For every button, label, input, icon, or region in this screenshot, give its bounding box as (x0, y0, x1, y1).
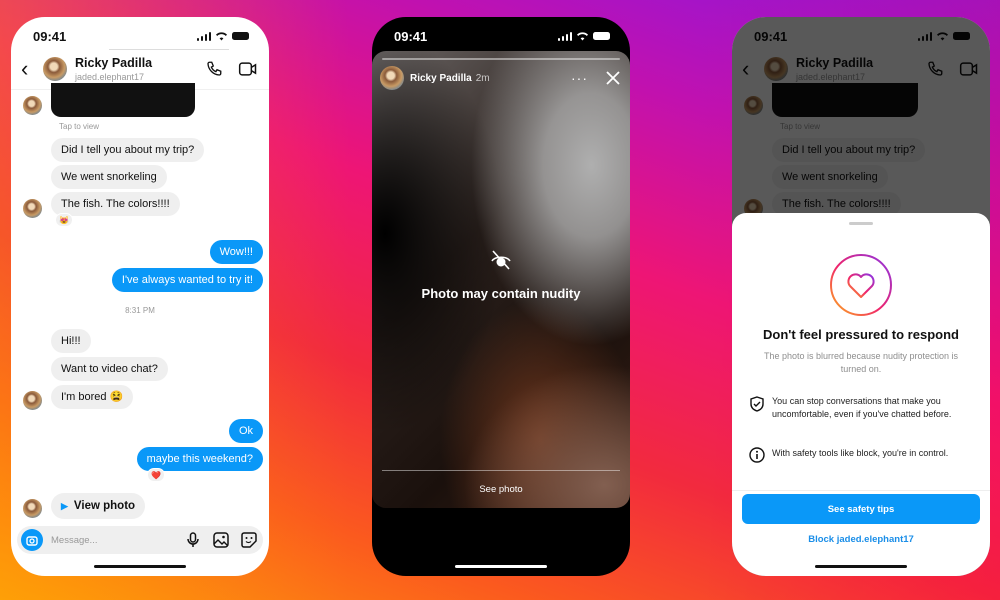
avatar (23, 391, 42, 410)
message-bubble: Wow!!! (209, 240, 263, 264)
see-photo-button[interactable]: See photo (372, 484, 630, 495)
close-icon[interactable] (606, 71, 620, 85)
post-age: 2m (475, 72, 490, 84)
photo-caption: Tap to view (59, 122, 100, 131)
avatar[interactable] (380, 66, 404, 90)
avatar (23, 199, 42, 218)
wifi-icon (577, 32, 588, 41)
contact-username: jaded.elephant17 (75, 72, 145, 82)
battery-icon (232, 32, 249, 40)
view-photo-button[interactable]: ▶ View photo (51, 493, 146, 519)
safety-tip-text: You can stop conversations that make you… (772, 396, 952, 419)
message-composer: Message... (17, 526, 263, 554)
home-indicator (94, 564, 186, 568)
video-camera-icon[interactable] (237, 58, 259, 80)
message-input[interactable]: Message... (51, 535, 175, 546)
wifi-icon (216, 32, 227, 41)
message-bubble: I've always wanted to try it! (111, 268, 263, 292)
warning-text: Photo may contain nudity (421, 286, 581, 301)
timestamp: 8:31 PM (125, 306, 155, 315)
safety-bottom-sheet: Don't feel pressured to respond The phot… (732, 213, 990, 576)
sheet-title: Don't feel pressured to respond (763, 327, 959, 342)
message-bubble: I'm bored 😫 (51, 385, 134, 409)
home-indicator (815, 564, 907, 568)
photo-header: Ricky Padilla 2m ··· (380, 66, 620, 90)
safety-tip-item: You can stop conversations that make you… (748, 395, 974, 421)
sheet-subtitle: The photo is blurred because nudity prot… (763, 351, 959, 374)
message-bubble: The fish. The colors!!!! (51, 192, 180, 216)
phone-safety-sheet: 09:41 ‹ Ricky Padilla jaded.elephant17 T… (732, 17, 990, 576)
divider (732, 490, 990, 491)
home-indicator (455, 564, 547, 568)
eye-slash-icon (491, 250, 511, 270)
phone-chat-screen: 09:41 ‹ Ricky Padilla jaded.elephant17 T… (11, 17, 269, 576)
status-time: 09:41 (394, 28, 428, 44)
message-list: Tap to view Did I tell you about my trip… (11, 83, 269, 576)
signal-icon (557, 31, 572, 41)
message-bubble: We went snorkeling (51, 165, 167, 189)
message-bubble: Hi!!! (51, 329, 91, 353)
shield-check-icon (750, 396, 764, 412)
avatar (23, 499, 42, 518)
author-name[interactable]: Ricky Padilla (410, 73, 472, 84)
info-icon (749, 447, 765, 463)
see-safety-tips-button[interactable]: See safety tips (742, 494, 980, 524)
heart-icon (830, 254, 892, 316)
ellipsis-icon[interactable]: ··· (571, 71, 588, 85)
safety-tip-text: With safety tools like block, you're in … (772, 448, 949, 458)
gallery-icon[interactable] (211, 530, 231, 550)
nudity-warning: Photo may contain nudity (372, 249, 630, 301)
divider (382, 470, 620, 471)
block-user-link[interactable]: Block jaded.elephant17 (732, 534, 990, 545)
status-bar: 09:41 (372, 17, 630, 55)
signal-icon (196, 31, 211, 41)
sticker-icon[interactable] (239, 530, 259, 550)
message-bubble: Want to video chat? (51, 357, 168, 381)
contact-name: Ricky Padilla (75, 56, 153, 70)
progress-bar (382, 58, 620, 60)
battery-icon (593, 32, 610, 40)
view-photo-label: View photo (73, 500, 136, 512)
avatar[interactable] (43, 57, 67, 81)
phone-photo-viewer: 09:41 Ricky Padilla 2m ··· Photo may con… (372, 17, 630, 576)
message-bubble: Ok (228, 419, 263, 443)
avatar (23, 96, 42, 115)
microphone-icon[interactable] (183, 530, 203, 550)
reaction: ❤️ (147, 468, 165, 482)
status-time: 09:41 (33, 28, 67, 44)
safety-tip-item: With safety tools like block, you're in … (748, 447, 974, 465)
play-icon: ▶ (61, 501, 68, 511)
blurred-photo: Ricky Padilla 2m ··· Photo may contain n… (372, 51, 630, 508)
contact-info[interactable]: Ricky Padilla jaded.elephant17 (75, 56, 191, 82)
reaction: 😻 (55, 213, 73, 227)
camera-icon[interactable] (21, 529, 43, 551)
drag-handle[interactable] (849, 222, 873, 225)
chevron-left-icon[interactable]: ‹ (21, 58, 43, 80)
message-bubble: Did I tell you about my trip? (51, 138, 205, 162)
blurred-photo-message[interactable] (51, 83, 195, 117)
phone-icon[interactable] (203, 58, 225, 80)
